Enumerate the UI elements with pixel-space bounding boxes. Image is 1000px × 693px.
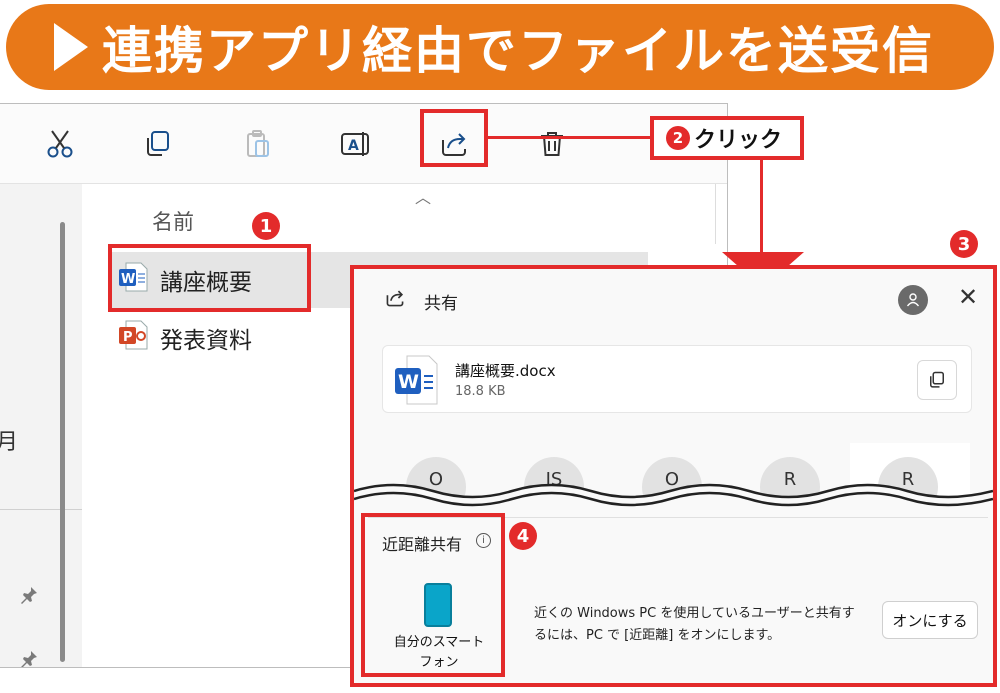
turn-on-button[interactable]: オンにする bbox=[882, 601, 978, 639]
share-icon bbox=[384, 287, 406, 313]
step-1-badge: 1 bbox=[252, 212, 280, 240]
nav-divider bbox=[0, 509, 82, 510]
title-banner: 連携アプリ経由でファイルを送受信 bbox=[6, 4, 994, 90]
highlight-step-4 bbox=[361, 513, 505, 677]
svg-text:W: W bbox=[398, 371, 419, 393]
highlight-step-1 bbox=[108, 244, 311, 312]
step-4-badge: 4 bbox=[509, 522, 537, 550]
step-2-badge: 2 bbox=[666, 126, 690, 150]
click-callout: 2 クリック bbox=[650, 116, 804, 160]
column-header-name[interactable]: 名前 bbox=[152, 206, 194, 236]
step-3-badge: 3 bbox=[950, 230, 978, 258]
nearby-description: 近くの Windows PC を使用しているユーザーと共有するには、PC で [… bbox=[534, 606, 855, 643]
powerpoint-icon: P bbox=[118, 319, 148, 357]
copy-button[interactable] bbox=[917, 360, 957, 400]
shared-file-card: W 講座概要.docx 18.8 KB bbox=[382, 345, 972, 413]
paste-icon[interactable] bbox=[232, 118, 284, 170]
banner-title: 連携アプリ経由でファイルを送受信 bbox=[102, 22, 934, 80]
svg-text:P: P bbox=[123, 330, 133, 345]
play-triangle-icon bbox=[54, 23, 88, 71]
callout-label: クリック bbox=[694, 128, 783, 153]
connector-line bbox=[488, 136, 650, 139]
highlight-step-2 bbox=[420, 109, 488, 167]
nav-scrollbar[interactable] bbox=[60, 222, 65, 662]
share-header: 共有 ✕ bbox=[354, 269, 993, 331]
word-icon: W bbox=[393, 354, 439, 410]
file-name: 発表資料 bbox=[160, 328, 252, 354]
column-divider bbox=[715, 184, 716, 244]
svg-text:A: A bbox=[348, 138, 359, 154]
pin-icon[interactable] bbox=[14, 644, 44, 667]
command-bar: A bbox=[0, 104, 727, 184]
cut-icon[interactable] bbox=[34, 118, 86, 170]
delete-icon[interactable] bbox=[526, 118, 578, 170]
share-title: 共有 bbox=[424, 294, 458, 314]
copy-icon[interactable] bbox=[132, 118, 184, 170]
sort-chevron-icon[interactable]: ︿ bbox=[415, 184, 431, 208]
connector-line-vertical bbox=[760, 160, 763, 254]
nav-label-fragment: 月 bbox=[0, 424, 18, 456]
navigation-pane: 月 bbox=[0, 184, 82, 667]
close-icon[interactable]: ✕ bbox=[958, 283, 978, 311]
shared-file-size: 18.8 KB bbox=[455, 384, 506, 399]
pin-icon[interactable] bbox=[14, 580, 44, 610]
shared-file-name: 講座概要.docx bbox=[455, 362, 556, 380]
rename-icon[interactable]: A bbox=[330, 118, 382, 170]
user-avatar-icon[interactable] bbox=[898, 285, 928, 315]
